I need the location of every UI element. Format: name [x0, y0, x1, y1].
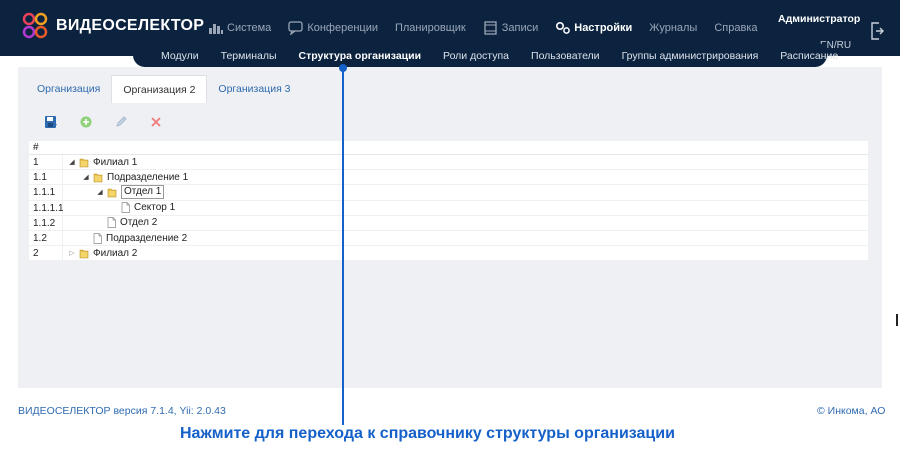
user-name[interactable]: Администратор: [778, 13, 860, 25]
tree-row-number: 1.1.1.1: [29, 200, 64, 215]
nav-item-label: Журналы: [649, 22, 698, 34]
nav-item-6[interactable]: Журналы: [649, 21, 697, 35]
hint-text: Нажмите для перехода к справочнику струк…: [180, 425, 675, 442]
tree-row[interactable]: 1.1 ◢ Подразделение 1: [29, 170, 868, 186]
logo-icon[interactable]: [22, 12, 48, 42]
tree-node-label[interactable]: Сектор 1: [134, 202, 175, 213]
film-icon: [483, 21, 499, 35]
text-cursor: [896, 314, 898, 326]
folder-icon: [79, 248, 89, 259]
tree-node[interactable]: ◢ Филиал 1: [63, 155, 137, 169]
tab-organization-2[interactable]: Организация 2: [111, 75, 208, 103]
folder-icon: [107, 187, 117, 198]
tree-node[interactable]: Подразделение 2: [63, 231, 187, 245]
expanded-arrow-icon[interactable]: ◢: [68, 158, 76, 166]
folder-icon: [93, 172, 103, 183]
tree-row-number: 2: [29, 246, 63, 261]
document-icon: [93, 232, 102, 244]
tree-node-label[interactable]: Филиал 2: [93, 248, 137, 259]
footer-copyright[interactable]: © Инкома, АО: [817, 405, 885, 417]
brand-name[interactable]: ВИДЕОСЕЛЕКТОР: [56, 17, 204, 35]
nav-item-label: Конференции: [307, 22, 378, 34]
subnav-item-6[interactable]: Группы администрирования: [622, 50, 759, 62]
collapsed-arrow-icon[interactable]: ▷: [68, 249, 76, 257]
tree-node-label[interactable]: Филиал 1: [93, 157, 137, 168]
organization-tree: # 1 ◢ Филиал 1 1.1 ◢ Подразделение 1 1.1.1 ◢ Отд…: [29, 141, 868, 262]
document-icon: [107, 217, 116, 229]
tree-row-number: 1.1: [29, 170, 63, 185]
nav-item-3[interactable]: Планировщик: [395, 21, 466, 35]
tree-header: #: [29, 141, 868, 155]
tree-node-label[interactable]: Отдел 1: [121, 185, 165, 200]
content-panel: Организация Организация 2 Организация 3 # …: [18, 67, 882, 388]
tab-organization-1[interactable]: Организация: [26, 75, 111, 103]
nav-item-label: Записи: [501, 22, 539, 34]
nav-item-5[interactable]: Настройки: [555, 21, 632, 35]
folder-icon: [79, 157, 89, 168]
expanded-arrow-icon[interactable]: ◢: [96, 188, 104, 196]
chat-icon: [288, 21, 304, 36]
tree-row[interactable]: 1.1.1.1 Сектор 1: [29, 200, 868, 216]
gears-icon: [555, 21, 571, 35]
nav-item-1[interactable]: Система: [208, 21, 271, 35]
tree-node-label[interactable]: Подразделение 1: [107, 172, 188, 183]
footer-version: ВИДЕОСЕЛЕКТОР версия 7.1.4, Yii: 2.0.43: [18, 405, 226, 417]
save-icon[interactable]: [44, 115, 58, 129]
logout-icon[interactable]: [870, 22, 884, 40]
tree-row[interactable]: 1.1.2 Отдел 2: [29, 215, 868, 231]
tree-toolbar: [44, 115, 163, 129]
delete-icon[interactable]: [149, 115, 163, 129]
add-icon[interactable]: [79, 115, 93, 129]
tree-row-number: 1: [29, 155, 63, 170]
organization-tabs: Организация Организация 2 Организация 3: [26, 75, 302, 103]
tree-node[interactable]: Сектор 1: [63, 201, 175, 215]
subnav-item-1[interactable]: Модули: [161, 50, 199, 62]
nav-item-7[interactable]: Справка: [714, 21, 757, 35]
tree-node[interactable]: ▷ Филиал 2: [63, 246, 137, 260]
tree-row[interactable]: 1 ◢ Филиал 1: [29, 155, 868, 171]
tree-row[interactable]: 1.1.1 ◢ Отдел 1: [29, 185, 868, 201]
tree-row-number: 1.2: [29, 230, 63, 246]
tree-row-number: 1.1.2: [29, 215, 63, 230]
nav-item-label: Настройки: [574, 22, 633, 34]
subnav-item-2[interactable]: Терминалы: [221, 50, 277, 62]
nav-item-label: Система: [227, 22, 272, 34]
tree-row[interactable]: 2 ▷ Филиал 2: [29, 246, 868, 262]
subnav-item-5[interactable]: Пользователи: [531, 50, 600, 62]
bar-chart-icon: [208, 21, 224, 35]
tree-node[interactable]: Отдел 2: [63, 216, 157, 230]
tree-node[interactable]: ◢ Отдел 1: [63, 185, 165, 200]
tree-row-number: 1.1.1: [29, 185, 63, 200]
edit-icon[interactable]: [114, 115, 128, 129]
hint-pointer-line: [342, 67, 344, 425]
tab-organization-3[interactable]: Организация 3: [207, 75, 301, 103]
tree-node-label[interactable]: Подразделение 2: [106, 233, 187, 244]
tree-node-label[interactable]: Отдел 2: [120, 217, 157, 228]
nav-item-2[interactable]: Конференции: [288, 21, 378, 36]
subnav-item-3[interactable]: Структура организации: [299, 50, 422, 62]
subnav-item-4[interactable]: Роли доступа: [443, 50, 509, 62]
nav-item-label: Планировщик: [394, 22, 466, 34]
main-nav: Система Конференции Планировщик Записи Настр…: [208, 21, 775, 36]
expanded-arrow-icon[interactable]: ◢: [82, 173, 90, 181]
nav-item-label: Справка: [714, 22, 758, 34]
tree-row[interactable]: 1.2 Подразделение 2: [29, 230, 868, 247]
tree-node[interactable]: ◢ Подразделение 1: [63, 170, 188, 184]
nav-item-4[interactable]: Записи: [483, 21, 539, 35]
settings-subnav: Модули Терминалы Структура организации Роли…: [133, 44, 838, 67]
document-icon: [121, 202, 130, 214]
subnav-item-7[interactable]: Расписание: [780, 50, 838, 62]
